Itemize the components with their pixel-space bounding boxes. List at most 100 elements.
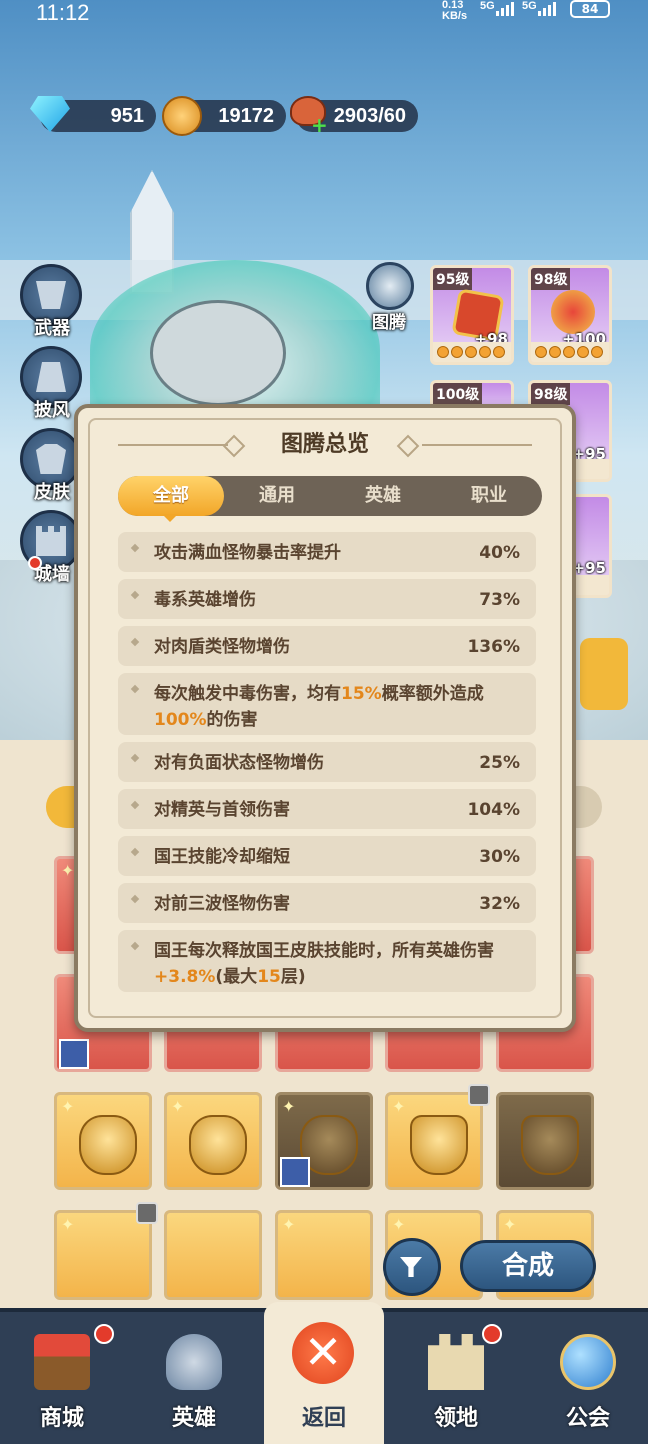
coin-value: 19172 bbox=[218, 104, 274, 127]
tab-pointer-icon bbox=[162, 514, 178, 522]
tab-general[interactable]: 通用 bbox=[224, 476, 330, 516]
close-icon: ✕ bbox=[292, 1322, 354, 1384]
tab-hero[interactable]: 英雄 bbox=[330, 476, 436, 516]
stat-value: 30% bbox=[479, 847, 520, 867]
totem-tile[interactable]: ✦ bbox=[275, 1210, 373, 1300]
signal-1-icon bbox=[496, 2, 514, 16]
filter-button[interactable] bbox=[383, 1238, 441, 1296]
bull-totem-icon bbox=[521, 1115, 579, 1175]
helmet-icon bbox=[166, 1334, 222, 1390]
stat-value: 136% bbox=[467, 637, 520, 657]
stat-row: 每次触发中毒伤害，均有15%概率额外造成100%的伤害 bbox=[118, 673, 536, 735]
diamond-value: 951 bbox=[110, 104, 144, 127]
stat-row: 对精英与首领伤害 104% bbox=[118, 789, 536, 829]
stat-value: 104% bbox=[467, 800, 520, 820]
nav-hero[interactable]: 英雄 bbox=[134, 1312, 254, 1444]
star-icon: ✦ bbox=[61, 1097, 75, 1116]
lock-icon bbox=[136, 1202, 158, 1224]
totem-overview-modal: 图腾总览 全部 通用 英雄 职业 攻击满血怪物暴击率提升 40% 毒系英雄增伤 73… bbox=[74, 404, 576, 1032]
nav-shop[interactable]: 商城 bbox=[2, 1312, 122, 1444]
totem-tile[interactable] bbox=[496, 1092, 594, 1190]
stat-text: 攻击满血怪物暴击率提升 bbox=[154, 543, 341, 563]
side-item-cape[interactable]: 披风 bbox=[20, 346, 82, 421]
totem-label: 图腾 bbox=[372, 313, 406, 333]
totem-tile[interactable]: ✦ bbox=[385, 1092, 483, 1190]
lion-totem-icon bbox=[189, 1115, 247, 1175]
side-item-label: 武器 bbox=[34, 318, 70, 339]
totem-level: 100级 bbox=[433, 383, 483, 405]
star-icon: ✦ bbox=[61, 861, 75, 880]
shop-icon bbox=[34, 1334, 90, 1390]
totem-button[interactable]: 图腾 bbox=[366, 262, 418, 333]
stat-value: 40% bbox=[479, 543, 520, 563]
modal-title: 图腾总览 bbox=[280, 432, 369, 457]
clock: 11:12 bbox=[36, 0, 90, 25]
stat-row: 国王技能冷却缩短 30% bbox=[118, 836, 536, 876]
totem-tile[interactable]: ✦ bbox=[275, 1092, 373, 1190]
totem-stars bbox=[433, 342, 511, 362]
stat-text: 毒系英雄增伤 bbox=[154, 590, 256, 610]
net-speed: 0.13 KB/s bbox=[442, 0, 468, 22]
lion-totem-icon bbox=[79, 1115, 137, 1175]
stat-row: 毒系英雄增伤 73% bbox=[118, 579, 536, 619]
stamina-value: 2903/60 bbox=[333, 104, 406, 127]
coin-icon bbox=[162, 96, 202, 136]
stat-row: 对肉盾类怪物增伤 136% bbox=[118, 626, 536, 666]
totem-tile[interactable]: ✦ bbox=[54, 1092, 152, 1190]
hero-avatar bbox=[59, 1039, 89, 1069]
stat-text: 国王每次释放国王皮肤技能时，所有英雄伤害+3.8%(最大15层) bbox=[154, 941, 494, 987]
nav-label: 英雄 bbox=[171, 1406, 216, 1431]
nav-territory[interactable]: 领地 bbox=[396, 1312, 516, 1444]
planet-icon bbox=[560, 1334, 616, 1390]
nav-label: 返回 bbox=[301, 1406, 346, 1431]
star-icon: ✦ bbox=[282, 1097, 296, 1116]
nav-guild[interactable]: 公会 bbox=[528, 1312, 648, 1444]
nav-back[interactable]: ✕ 返回 bbox=[264, 1302, 384, 1444]
stat-text: 每次触发中毒伤害，均有15%概率额外造成100%的伤害 bbox=[154, 684, 484, 730]
bottom-nav: 商城 英雄 ✕ 返回 领地 公会 bbox=[0, 1302, 648, 1444]
star-icon: ✦ bbox=[392, 1215, 406, 1234]
stat-row: 对有负面状态怪物增伤 25% bbox=[118, 742, 536, 782]
signal-2-icon bbox=[538, 2, 556, 16]
stat-value: 32% bbox=[479, 894, 520, 914]
side-item-label: 皮肤 bbox=[34, 482, 70, 503]
star-icon: ✦ bbox=[503, 1215, 517, 1234]
star-icon: ✦ bbox=[61, 1215, 75, 1234]
filter-icon bbox=[400, 1257, 422, 1277]
totem-level: 98级 bbox=[531, 268, 571, 290]
side-item-wall[interactable]: 城墙 bbox=[20, 510, 82, 585]
stat-text: 对前三波怪物伤害 bbox=[154, 894, 290, 914]
side-item-skin[interactable]: 皮肤 bbox=[20, 428, 82, 503]
star-icon: ✦ bbox=[171, 1097, 185, 1116]
bull-totem-icon bbox=[410, 1115, 468, 1175]
modal-tabs: 全部 通用 英雄 职业 bbox=[118, 476, 542, 516]
totem-icon bbox=[366, 262, 414, 310]
side-item-label: 披风 bbox=[34, 400, 70, 421]
hero-avatar bbox=[280, 1157, 310, 1187]
signal-2-label: 5G bbox=[522, 0, 537, 12]
add-stamina-icon[interactable]: + bbox=[311, 115, 328, 135]
totem-card[interactable]: 98级 +100 bbox=[528, 265, 612, 365]
lock-icon bbox=[468, 1084, 490, 1106]
star-icon: ✦ bbox=[392, 1097, 406, 1116]
synthesize-button[interactable]: 合成 bbox=[460, 1240, 596, 1292]
nav-label: 商城 bbox=[39, 1406, 84, 1431]
totem-tile[interactable] bbox=[164, 1210, 262, 1300]
side-item-weapon[interactable]: 武器 bbox=[20, 264, 82, 339]
totem-stars bbox=[531, 342, 609, 362]
nav-label: 公会 bbox=[565, 1406, 610, 1431]
side-yellow-button[interactable] bbox=[580, 638, 628, 710]
notification-dot bbox=[482, 1324, 502, 1344]
tab-all[interactable]: 全部 bbox=[118, 476, 224, 516]
totem-card[interactable]: 95级 +98 bbox=[430, 265, 514, 365]
signal-1-label: 5G bbox=[480, 0, 495, 12]
star-icon: ✦ bbox=[282, 1215, 296, 1234]
castle-icon bbox=[428, 1334, 484, 1390]
stat-text: 国王技能冷却缩短 bbox=[154, 847, 290, 867]
stat-value: 73% bbox=[479, 590, 520, 610]
totem-tile[interactable]: ✦ bbox=[164, 1092, 262, 1190]
stat-value: 25% bbox=[479, 753, 520, 773]
stat-row: 对前三波怪物伤害 32% bbox=[118, 883, 536, 923]
stat-row: 攻击满血怪物暴击率提升 40% bbox=[118, 532, 536, 572]
tab-class[interactable]: 职业 bbox=[436, 476, 542, 516]
